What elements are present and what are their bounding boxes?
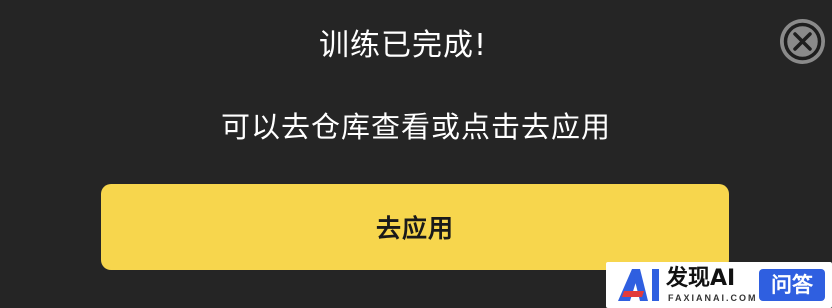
apply-button[interactable]: 去应用 bbox=[101, 184, 729, 270]
watermark-banner: 发现AI FAXIANAI.COM 问答 bbox=[606, 262, 832, 308]
watermark-brand: 发现AI bbox=[666, 266, 736, 291]
watermark-domain: FAXIANAI.COM bbox=[668, 293, 758, 303]
dialog-message: 可以去仓库查看或点击去应用 bbox=[220, 110, 611, 144]
close-button[interactable] bbox=[780, 19, 825, 64]
watermark-badge: 问答 bbox=[759, 269, 825, 301]
apply-button-label: 去应用 bbox=[375, 214, 454, 243]
close-icon bbox=[783, 22, 822, 61]
dialog-title: 训练已完成! bbox=[318, 28, 488, 63]
faxianai-logo-icon bbox=[618, 269, 659, 301]
